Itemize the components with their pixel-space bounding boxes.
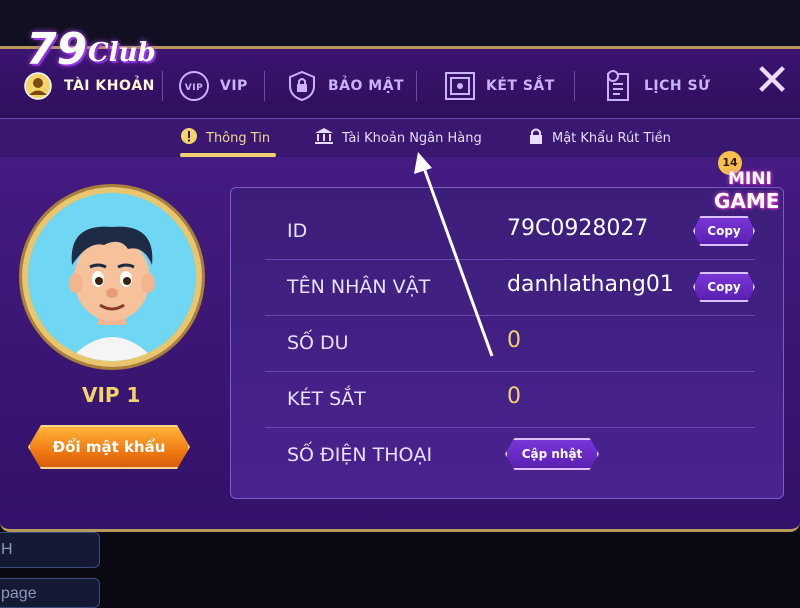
lock-icon <box>528 127 544 149</box>
vip-icon: VIP <box>178 70 210 102</box>
row-label: KÉT SẮT <box>287 388 366 410</box>
minigame-line2: GAME <box>714 189 780 213</box>
tab-safe[interactable]: KÉT SẮT <box>444 67 555 105</box>
divider <box>162 71 163 101</box>
subtab-withdraw-label: Mật Khẩu Rút Tiền <box>552 130 671 146</box>
row-label: TÊN NHÂN VẬT <box>287 276 431 298</box>
row-label: SỐ ĐIỆN THOẠI <box>287 444 433 466</box>
change-password-button[interactable]: Đổi mật khẩu <box>28 425 190 469</box>
row-value: 0 <box>507 384 521 409</box>
subtab-bank-label: Tài Khoản Ngân Hàng <box>342 130 482 146</box>
avatar <box>22 187 202 367</box>
svg-text:VIP: VIP <box>185 83 203 93</box>
info-row-safe: KÉT SẮT 0 <box>265 372 755 428</box>
row-label: ID <box>287 220 308 242</box>
tab-history[interactable]: LỊCH SỬ <box>602 67 710 105</box>
bank-icon <box>314 127 334 149</box>
sub-navigation: Thông Tin Tài Khoản Ngân Hàng Mật Khẩu R… <box>0 119 800 157</box>
tab-vip-label: VIP <box>220 78 248 94</box>
info-row-balance: SỐ DU 0 <box>265 316 755 372</box>
row-value: 0 <box>507 328 521 353</box>
close-icon[interactable]: ✕ <box>752 59 792 103</box>
vip-level: VIP 1 <box>82 383 141 407</box>
safe-icon <box>444 70 476 102</box>
account-modal: TÀI KHOẢN VIP VIP BẢO MẬT KÉT SẮT LỊCH S… <box>0 46 800 532</box>
info-alert-icon <box>180 127 198 149</box>
tab-security[interactable]: BẢO MẬT <box>286 67 404 105</box>
info-row-id: ID 79C0928027 Copy <box>265 204 755 260</box>
info-panel: ID 79C0928027 Copy TÊN NHÂN VẬT danhlath… <box>230 187 784 499</box>
tab-history-label: LỊCH SỬ <box>644 78 711 94</box>
active-tab-indicator <box>180 153 276 157</box>
row-value: danhlathang01 <box>507 272 674 297</box>
subtab-bank-account[interactable]: Tài Khoản Ngân Hàng <box>314 127 482 149</box>
row-label: SỐ DU <box>287 332 349 354</box>
subtab-info[interactable]: Thông Tin <box>180 127 270 149</box>
tab-account-label: TÀI KHOẢN <box>64 78 155 94</box>
background-fragment: H <box>0 532 100 568</box>
tab-vip[interactable]: VIP VIP <box>178 67 248 105</box>
subtab-info-label: Thông Tin <box>206 130 271 146</box>
logo: 79 Club <box>22 8 162 78</box>
minigame-line1: MINI <box>728 169 772 189</box>
copy-name-button[interactable]: Copy <box>693 272 755 302</box>
tab-safe-label: KÉT SẮT <box>486 78 555 94</box>
divider <box>416 71 417 101</box>
info-row-character-name: TÊN NHÂN VẬT danhlathang01 Copy <box>265 260 755 316</box>
tab-security-label: BẢO MẬT <box>328 78 405 94</box>
minigame-button[interactable]: 14 MINI GAME <box>712 151 796 221</box>
divider <box>264 71 265 101</box>
logo-number: 79 <box>26 24 88 75</box>
logo-club: Club <box>88 38 156 68</box>
update-phone-button[interactable]: Cập nhật <box>505 438 599 470</box>
row-value: 79C0928027 <box>507 216 649 241</box>
lock-shield-icon <box>286 70 318 102</box>
info-row-phone: SỐ ĐIỆN THOẠI Cập nhật <box>265 428 755 484</box>
divider <box>574 71 575 101</box>
background-fragment: page <box>0 578 100 608</box>
history-document-icon <box>602 70 634 102</box>
subtab-withdraw-password[interactable]: Mật Khẩu Rút Tiền <box>528 127 671 149</box>
